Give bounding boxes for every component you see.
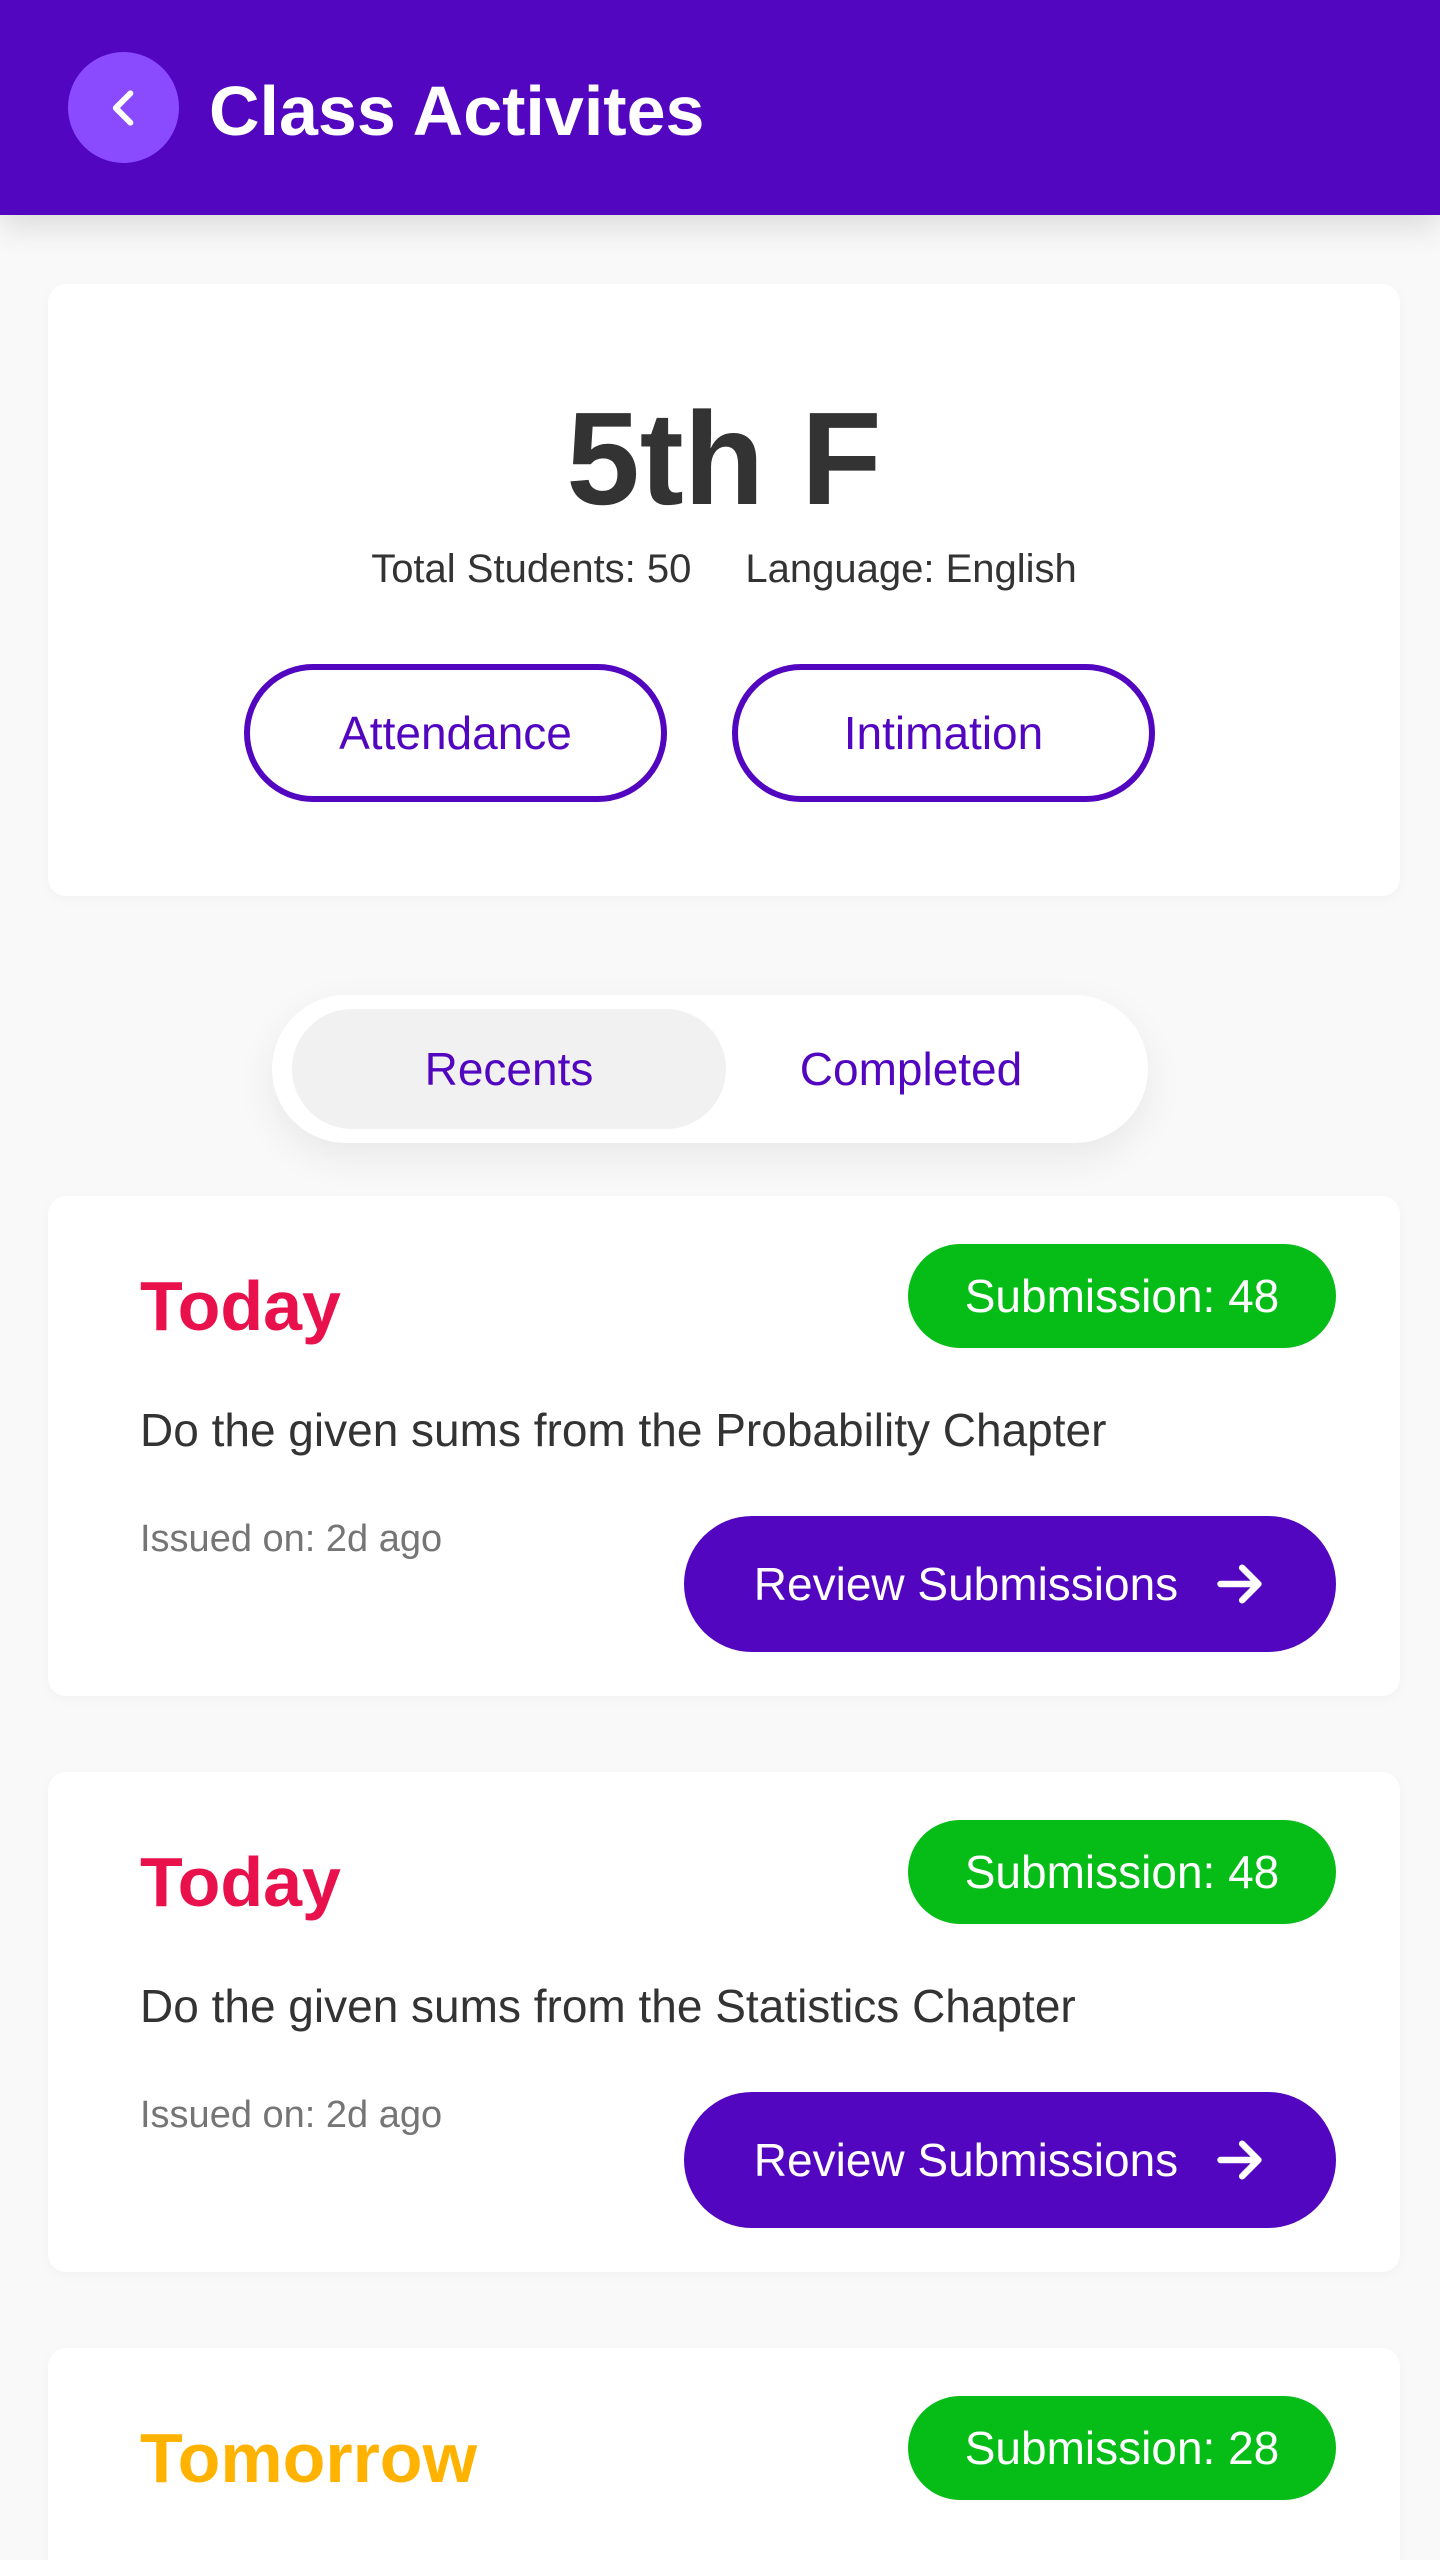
issued-date: Issued on: 2d ago — [140, 1518, 443, 1560]
attendance-button[interactable]: Attendance — [244, 664, 667, 802]
language: Language: English — [745, 547, 1077, 591]
activity-description: Do the given sums from the Statistics Ch… — [140, 1980, 1076, 2032]
activity-card: Today Submission: 48 Do the given sums f… — [48, 1772, 1400, 2272]
arrow-right-icon — [1217, 1564, 1262, 1604]
back-button[interactable] — [68, 52, 179, 163]
activity-card: Today Submission: 48 Do the given sums f… — [48, 1196, 1400, 1696]
review-submissions-label: Review Submissions — [753, 1558, 1179, 1610]
activity-due-label: Today — [140, 1843, 341, 1921]
activity-description: Do the given sums from the Probability C… — [140, 1404, 1107, 1456]
review-submissions-label: Review Submissions — [753, 2134, 1179, 2186]
review-submissions-button[interactable]: Review Submissions — [684, 2092, 1336, 2228]
app-bar: Class Activites — [0, 0, 1440, 215]
activity-due-label: Tomorrow — [140, 2419, 478, 2497]
chevron-left-icon — [112, 89, 133, 126]
activity-due-label: Today — [140, 1267, 341, 1345]
intimation-button[interactable]: Intimation — [732, 664, 1155, 802]
class-info-card: 5th F Total Students: 50 Language: Engli… — [48, 284, 1400, 896]
issued-date: Issued on: 2d ago — [140, 2094, 443, 2136]
submission-badge: Submission: 48 — [908, 1820, 1336, 1924]
arrow-right-icon — [1217, 2140, 1262, 2180]
submission-badge: Submission: 48 — [908, 1244, 1336, 1348]
review-submissions-button[interactable]: Review Submissions — [684, 1516, 1336, 1652]
class-meta: Total Students: 50 Language: English — [48, 544, 1400, 594]
tab-recents[interactable]: Recents — [292, 1009, 726, 1129]
activity-card: Tomorrow Submission: 28 — [48, 2348, 1400, 2560]
activity-tabs: Recents Completed — [272, 995, 1148, 1143]
total-students: Total Students: 50 — [371, 547, 692, 591]
page-title: Class Activites — [209, 72, 705, 150]
submission-badge: Submission: 28 — [908, 2396, 1336, 2500]
tab-completed[interactable]: Completed — [694, 1009, 1128, 1129]
class-name: 5th F — [566, 385, 882, 532]
